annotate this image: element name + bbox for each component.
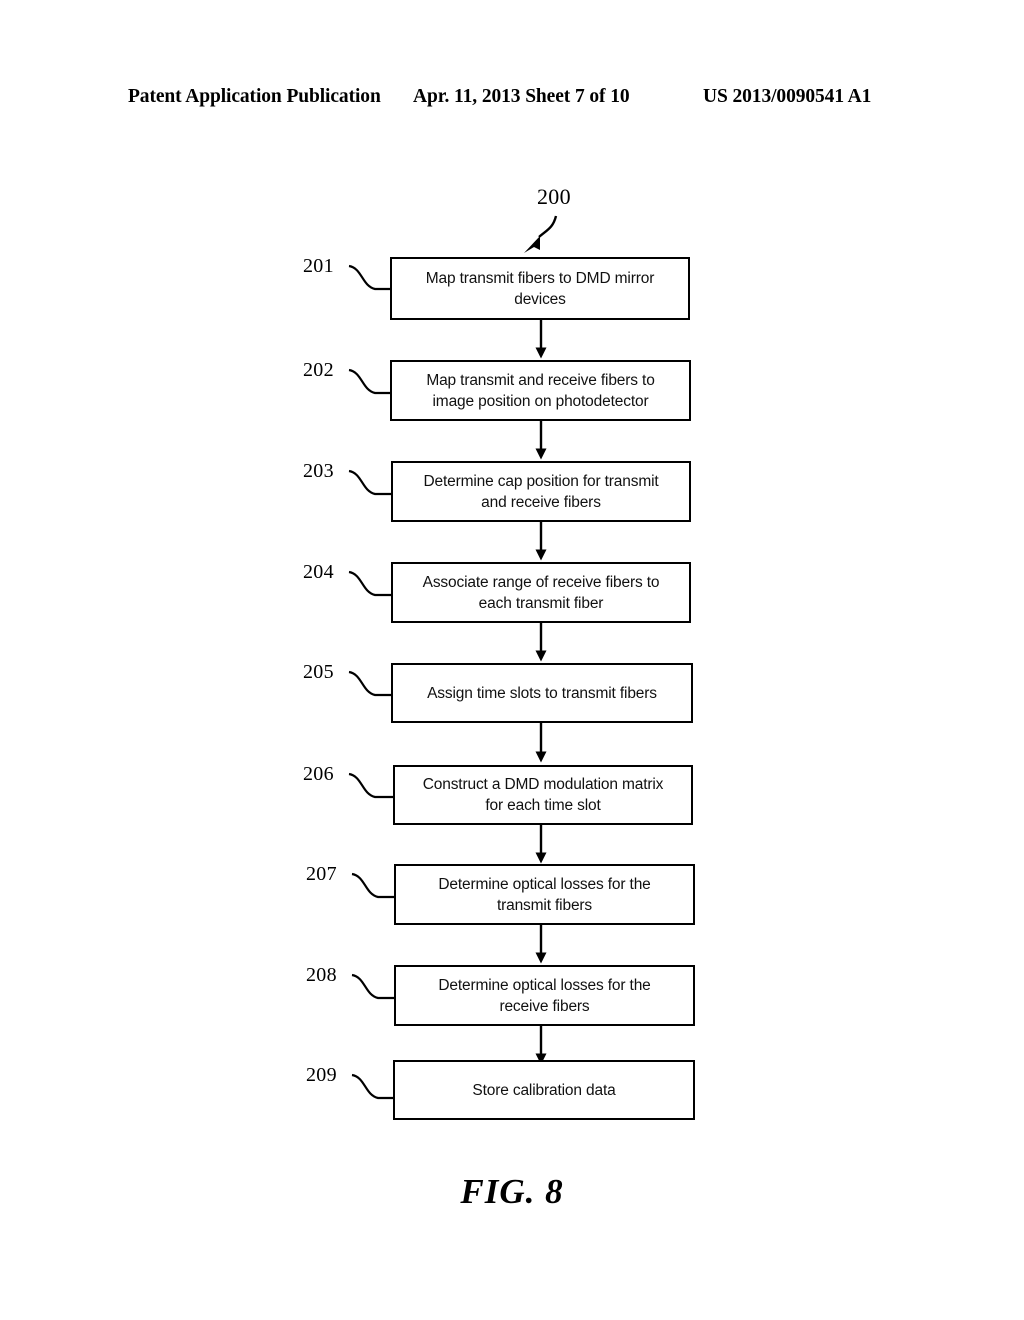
process-box-206-label: Construct a DMD modulation matrix for ea… <box>422 776 664 814</box>
process-box-208: Determine optical losses for the receive… <box>394 965 695 1026</box>
process-box-205: Assign time slots to transmit fibers <box>391 663 693 723</box>
reference-numeral-205: 205 <box>303 661 334 683</box>
process-box-209: Store calibration data <box>393 1060 695 1120</box>
process-box-201: Map transmit fibers to DMD mirror device… <box>390 257 690 320</box>
reference-numeral-207: 207 <box>306 863 337 885</box>
process-box-203-label: Determine cap position for transmit and … <box>423 472 659 511</box>
process-box-201-label: Map transmit fibers to DMD mirror device… <box>425 269 655 308</box>
reference-numeral-209: 209 <box>306 1064 337 1086</box>
process-box-208-label: Determine optical losses for the receive… <box>438 976 651 1015</box>
process-box-202-label: Map transmit and receive fibers to image… <box>426 371 655 410</box>
process-box-203: Determine cap position for transmit and … <box>391 461 691 522</box>
process-box-202: Map transmit and receive fibers to image… <box>390 360 691 421</box>
process-box-205-label: Assign time slots to transmit fibers <box>427 684 657 702</box>
process-box-207: Determine optical losses for the transmi… <box>394 864 695 925</box>
process-box-204-label: Associate range of receive fibers to eac… <box>422 573 660 612</box>
figure-caption: FIG. 8 <box>460 1172 564 1211</box>
reference-numeral-208: 208 <box>306 964 337 986</box>
ref-200-leader-arrow <box>524 215 558 253</box>
reference-numeral-206: 206 <box>303 763 334 785</box>
reference-leader-lines <box>348 264 394 1100</box>
process-box-206: Construct a DMD modulation matrix for ea… <box>393 765 693 825</box>
reference-numeral-201: 201 <box>303 255 334 277</box>
process-box-204: Associate range of receive fibers to eac… <box>391 562 691 623</box>
flowchart-connectors-layer <box>348 215 558 1100</box>
reference-numeral-202: 202 <box>303 359 334 381</box>
process-box-209-label: Store calibration data <box>472 1081 616 1099</box>
reference-numeral-204: 204 <box>303 561 334 583</box>
diagram-reference-200: 200 <box>537 184 571 209</box>
flowchart-diagram: 200 201 202 203 204 205 206 207 208 209 … <box>0 0 1024 1320</box>
process-box-207-label: Determine optical losses for the transmi… <box>438 875 651 914</box>
reference-numeral-203: 203 <box>303 460 334 482</box>
